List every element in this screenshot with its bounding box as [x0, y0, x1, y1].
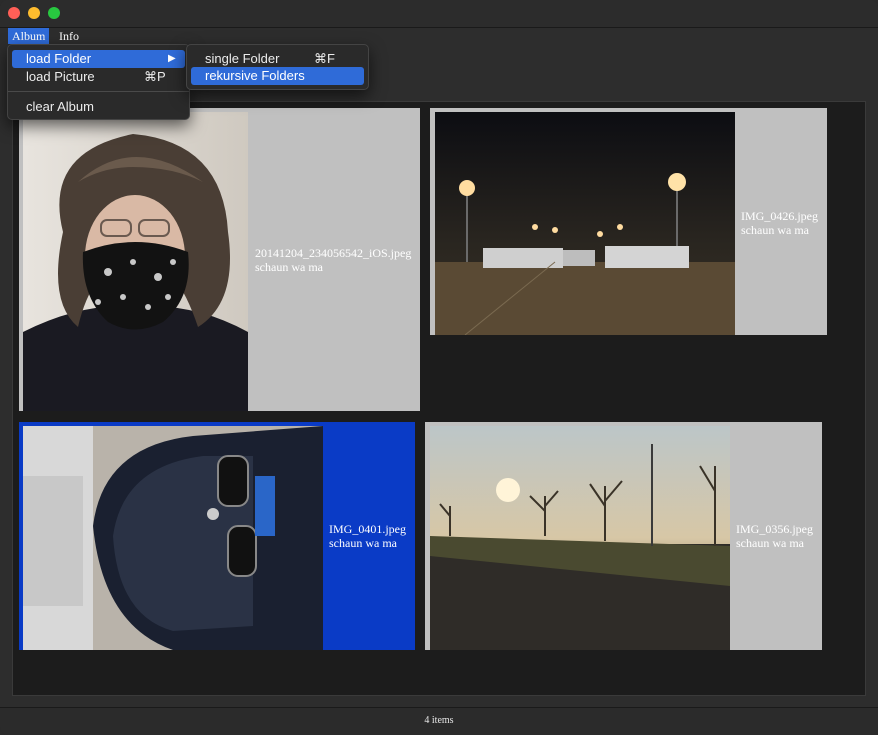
photo-caption: 20141204_234056542_iOS.jpeg schaun wa ma [255, 246, 411, 274]
menu-item-clear-album[interactable]: clear Album [12, 98, 185, 116]
status-bar: 4 items [0, 707, 878, 735]
menu-bar: Album Info [0, 28, 878, 44]
app-window: Album Info 20141204_234056542_iOS.jpeg s… [0, 0, 878, 735]
menu-info[interactable]: Info [55, 28, 83, 44]
menu-item-label: load Picture [26, 69, 95, 84]
photo-caption: IMG_0401.jpeg schaun wa ma [329, 522, 406, 550]
minimize-window-button[interactable] [28, 7, 40, 19]
menu-item-load-folder[interactable]: load Folder ▶ [12, 50, 185, 68]
menu-separator [8, 91, 189, 92]
photo-filename: 20141204_234056542_iOS.jpeg [255, 246, 412, 260]
photo-card-selected[interactable]: IMG_0401.jpeg schaun wa ma [19, 422, 415, 650]
photo-thumbnail [23, 426, 323, 650]
photo-card[interactable]: IMG_0426.jpeg schaun wa ma [430, 108, 827, 335]
photo-thumbnail [23, 112, 248, 411]
photo-filename: IMG_0401.jpeg [329, 522, 406, 536]
menu-item-label: single Folder [205, 51, 280, 66]
photo-card[interactable]: IMG_0356.jpeg schaun wa ma [425, 422, 822, 650]
item-count: 4 items [424, 715, 454, 726]
photo-thumbnail [435, 112, 735, 335]
menu-item-recursive-folders[interactable]: rekursive Folders [191, 67, 364, 85]
load-folder-submenu: single Folder ⌘F rekursive Folders [186, 44, 369, 90]
menu-item-load-picture[interactable]: load Picture ⌘P [12, 68, 185, 86]
photo-caption: IMG_0426.jpeg schaun wa ma [741, 209, 818, 237]
shortcut-label: ⌘P [144, 69, 166, 84]
photo-thumbnail [430, 426, 730, 650]
menu-item-label: load Folder [26, 51, 92, 66]
shortcut-label: ⌘F [314, 51, 335, 66]
photo-author: schaun wa ma [255, 260, 323, 274]
photo-author: schaun wa ma [736, 536, 804, 550]
photo-author: schaun wa ma [329, 536, 397, 550]
photo-caption: IMG_0356.jpeg schaun wa ma [736, 522, 813, 550]
photo-filename: IMG_0356.jpeg [736, 522, 813, 536]
title-bar [0, 0, 878, 28]
menu-album[interactable]: Album [8, 28, 50, 44]
close-window-button[interactable] [8, 7, 20, 19]
menu-item-label: rekursive Folders [205, 68, 305, 83]
album-grid[interactable]: 20141204_234056542_iOS.jpeg schaun wa ma [12, 101, 866, 696]
menu-item-label: clear Album [26, 99, 94, 114]
album-menu: load Folder ▶ load Picture ⌘P clear Albu… [7, 44, 190, 120]
photo-card[interactable]: 20141204_234056542_iOS.jpeg schaun wa ma [19, 108, 420, 411]
menu-item-single-folder[interactable]: single Folder ⌘F [191, 50, 364, 68]
submenu-arrow-icon: ▶ [168, 53, 176, 64]
zoom-window-button[interactable] [48, 7, 60, 19]
photo-filename: IMG_0426.jpeg [741, 209, 818, 223]
photo-author: schaun wa ma [741, 223, 809, 237]
